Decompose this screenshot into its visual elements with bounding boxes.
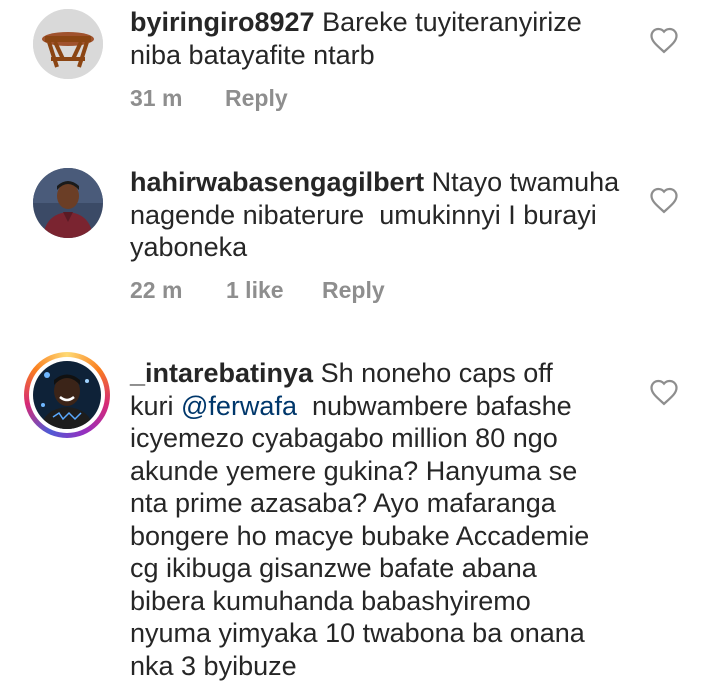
- comment-text: hahirwabasengagilbert Ntayo twamuha nage…: [130, 166, 630, 264]
- comment-text-line: niba batayafite ntarb: [130, 39, 375, 70]
- comment-text-line: nta prime azasaba? Ayo mafaranga: [130, 488, 556, 518]
- comment-text-line: cg ikibuga gisanzwe bafate abana: [130, 553, 537, 583]
- heart-outline-icon[interactable]: [649, 26, 679, 54]
- comment-timestamp: 22 m: [130, 277, 183, 303]
- comment-text-line: nka 3 byibuze: [130, 650, 297, 681]
- comment-text-line: bongere ho macye bubake Accademie: [130, 520, 590, 551]
- comment-text-line: Sh noneho caps off: [320, 358, 553, 388]
- comment-text: byiringiro8927 Bareke tuyiteranyirize ni…: [130, 6, 630, 71]
- like-count[interactable]: 1 like: [226, 277, 322, 304]
- comment-text-line: bibera kumuhanda babashyiremo: [130, 585, 531, 616]
- comment-meta: 22 m 1 like Reply: [130, 277, 385, 304]
- comment-text-line: Ntayo twamuha: [431, 167, 620, 197]
- comment-text-line: kuri: [130, 390, 182, 421]
- heart-outline-icon[interactable]: [649, 186, 679, 214]
- comment-text-line: nyuma yimyaka 10 twabona ba onana: [130, 618, 585, 648]
- comment-text-line: Bareke tuyiteranyirize: [322, 7, 582, 37]
- man-portrait-avatar[interactable]: [33, 168, 103, 238]
- story-ring-avatar[interactable]: [24, 352, 110, 438]
- comment-meta: 31 m Reply: [130, 85, 288, 112]
- mention-link[interactable]: @ferwafa: [181, 391, 297, 421]
- comment-text-line: nubwambere bafashe: [296, 390, 572, 421]
- comment-text-line: yaboneka: [130, 232, 248, 262]
- smiling-man-avatar: [33, 361, 101, 429]
- reply-button[interactable]: Reply: [225, 85, 288, 112]
- wooden-stool-avatar[interactable]: [33, 9, 103, 79]
- comment-timestamp: 31 m: [130, 85, 183, 111]
- comment-username[interactable]: hahirwabasengagilbert: [130, 167, 424, 197]
- comment-text-line: nagende nibaterure umukinnyi I burayi: [130, 199, 597, 230]
- comment-text-line: akunde yemere gukina? Hanyuma se: [130, 455, 578, 486]
- comment-username[interactable]: _intarebatinya: [130, 358, 313, 388]
- comment-username[interactable]: byiringiro8927: [130, 7, 315, 37]
- comment-text: _intarebatinya Sh noneho caps off kuri @…: [130, 357, 630, 682]
- heart-outline-icon[interactable]: [649, 378, 679, 406]
- comment-text-line: icyemezo cyabagabo million 80 ngo: [130, 423, 558, 453]
- reply-button[interactable]: Reply: [322, 277, 385, 304]
